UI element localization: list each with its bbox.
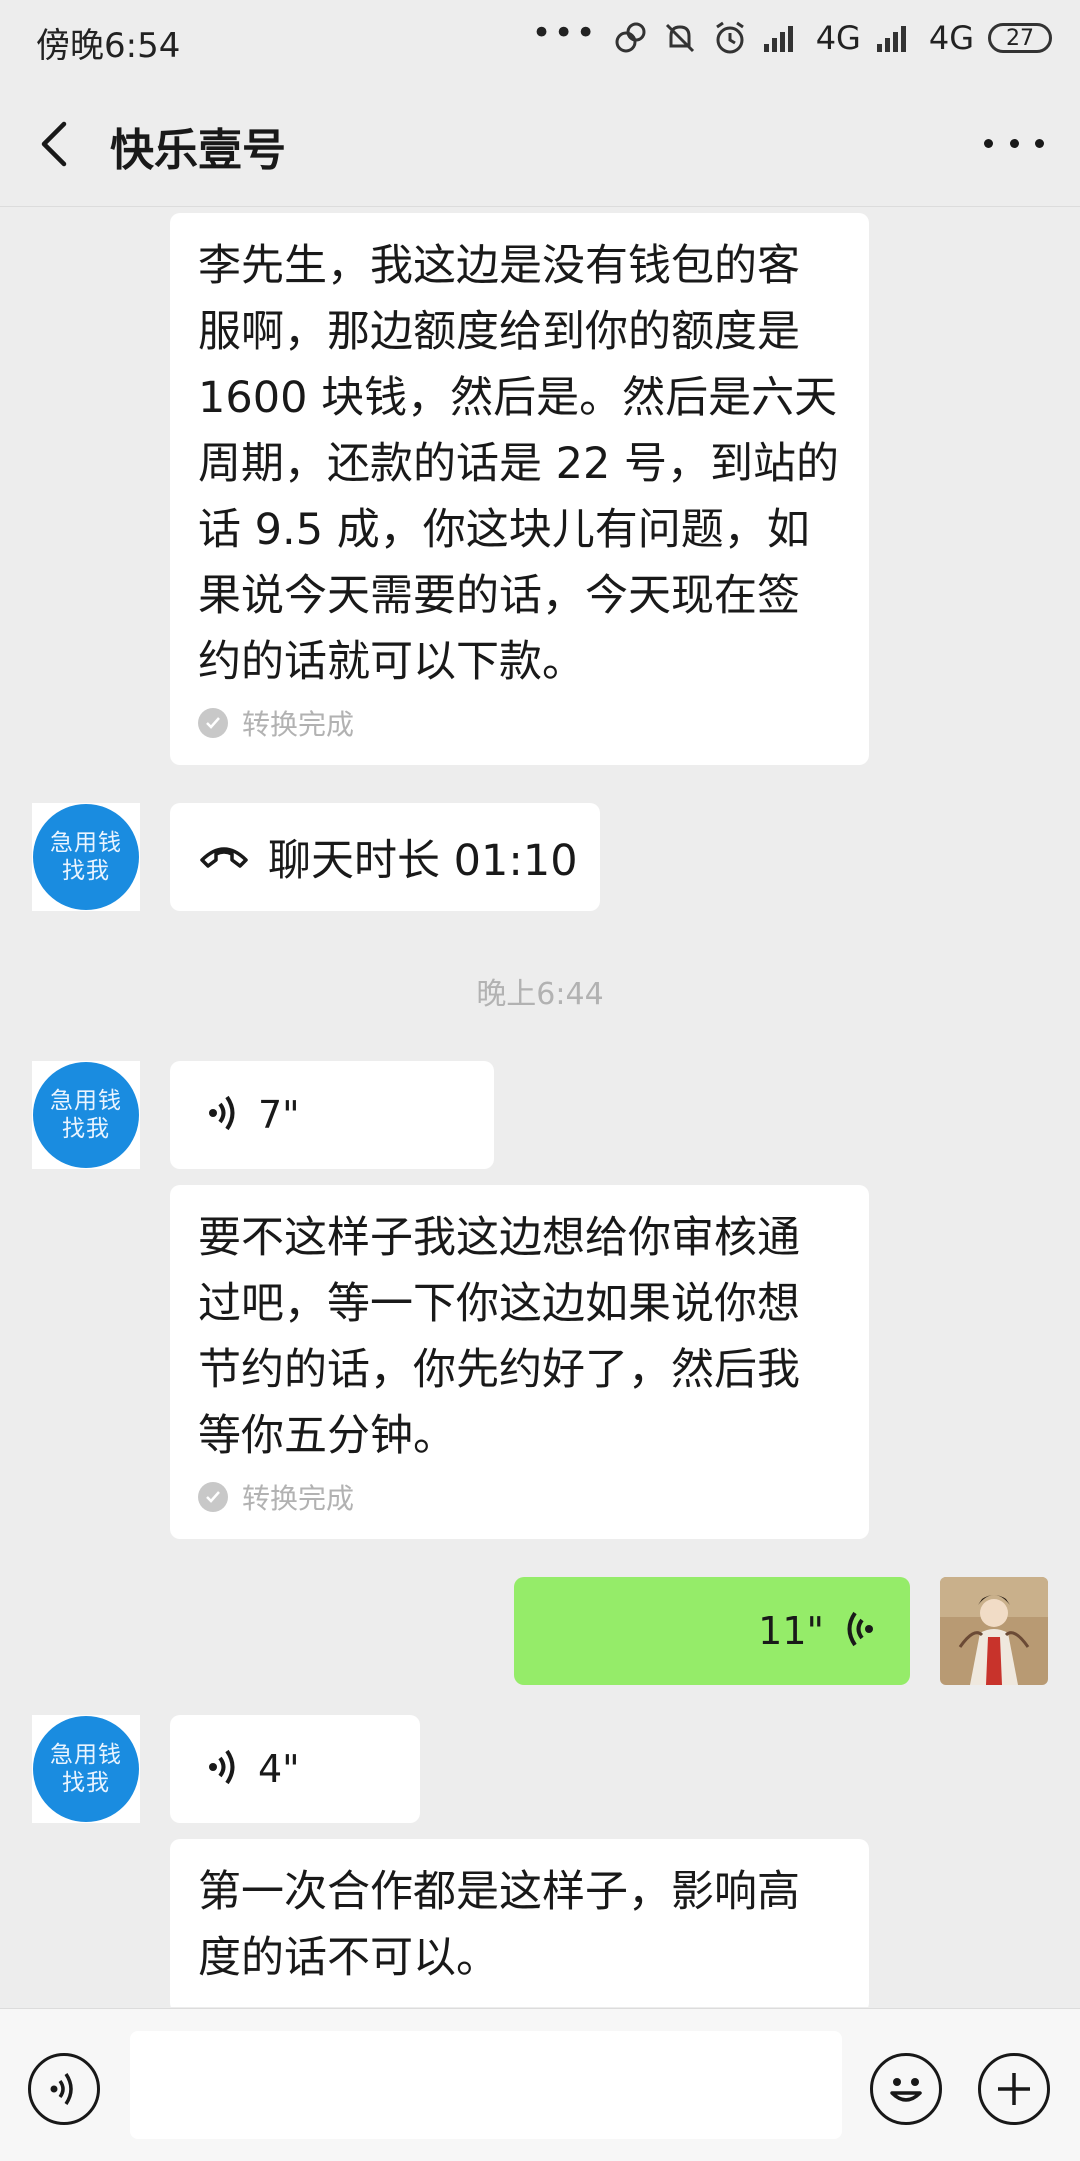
sent-voice-duration: 11": [758, 1609, 824, 1653]
call-duration-text: 聊天时长 01:10: [268, 836, 578, 886]
link-icon: [612, 20, 648, 56]
check-icon: [198, 708, 228, 738]
transcription-text: 第一次合作都是这样子，影响高度的话不可以。: [198, 1867, 800, 1983]
avatar-text-line2: 找我: [62, 1116, 110, 1142]
my-avatar[interactable]: [940, 1577, 1048, 1685]
more-icon[interactable]: [984, 118, 1044, 168]
sent-voice-bubble[interactable]: 11": [514, 1577, 910, 1685]
input-bar: [0, 2008, 1080, 2161]
transcription-status: 转换完成: [198, 1477, 841, 1517]
chat-title: 快乐壹号: [110, 125, 286, 176]
avatar-text-line2: 找我: [62, 858, 110, 884]
voice-duration: 4": [258, 1747, 300, 1791]
avatar-text-line1: 急用钱: [50, 1742, 122, 1768]
transcription-status-text: 转换完成: [242, 708, 355, 741]
voice-wave-icon: [208, 1747, 242, 1791]
plus-icon[interactable]: [978, 2053, 1050, 2125]
voice-wave-icon: [840, 1609, 874, 1653]
status-time: 傍晚6:54: [36, 26, 181, 66]
signal-hd-icon: [875, 22, 915, 54]
voice-wave-icon: [208, 1093, 242, 1137]
time-divider: 晚上6:44: [476, 977, 604, 1012]
status-icons: ••• 4G 4G 27: [532, 16, 1052, 60]
message-list[interactable]: 李先生，我这边是没有钱包的客服啊，那边额度给到你的额度是1600 块钱，然后是。…: [0, 207, 1080, 2007]
voice-toggle-icon[interactable]: [28, 2053, 100, 2125]
signal-icon: [762, 22, 802, 54]
message-input[interactable]: [130, 2031, 842, 2139]
network-type-2: 4G: [928, 19, 974, 57]
alarm-icon: [712, 20, 748, 56]
battery-level: 27: [1006, 25, 1034, 51]
contact-avatar[interactable]: 急用钱 找我: [32, 1715, 140, 1823]
voice-message-bubble[interactable]: 7": [170, 1061, 494, 1169]
emoji-icon[interactable]: [870, 2053, 942, 2125]
chat-header: 快乐壹号: [0, 78, 1080, 207]
transcription-text: 李先生，我这边是没有钱包的客服啊，那边额度给到你的额度是1600 块钱，然后是。…: [198, 241, 840, 687]
transcription-text: 要不这样子我这边想给你审核通过吧，等一下你这边如果说你想节约的话，你先约好了，然…: [198, 1213, 800, 1461]
avatar-text-line1: 急用钱: [50, 1088, 122, 1114]
voice-message-bubble[interactable]: 4": [170, 1715, 420, 1823]
battery-icon: 27: [988, 23, 1052, 53]
check-icon: [198, 1482, 228, 1512]
network-type-1: 4G: [815, 19, 861, 57]
avatar-text-line1: 急用钱: [50, 830, 122, 856]
avatar-text-line2: 找我: [62, 1770, 110, 1796]
contact-avatar[interactable]: 急用钱 找我: [32, 803, 140, 911]
call-record-bubble[interactable]: 聊天时长 01:10: [170, 803, 600, 911]
transcription-status-text: 转换完成: [242, 1482, 355, 1515]
status-bar: 傍晚6:54 ••• 4G 4G 27: [0, 0, 1080, 78]
phone-icon: [198, 840, 250, 874]
transcription-status: 转换完成: [198, 703, 841, 743]
back-arrow-icon[interactable]: [30, 112, 90, 172]
more-notifications-icon: •••: [531, 13, 598, 53]
voice-duration: 7": [258, 1093, 300, 1137]
transcription-bubble[interactable]: 第一次合作都是这样子，影响高度的话不可以。: [170, 1839, 869, 2007]
transcription-bubble[interactable]: 要不这样子我这边想给你审核通过吧，等一下你这边如果说你想节约的话，你先约好了，然…: [170, 1185, 869, 1539]
mute-bell-icon: [662, 20, 698, 56]
transcription-bubble[interactable]: 李先生，我这边是没有钱包的客服啊，那边额度给到你的额度是1600 块钱，然后是。…: [170, 213, 869, 765]
contact-avatar[interactable]: 急用钱 找我: [32, 1061, 140, 1169]
